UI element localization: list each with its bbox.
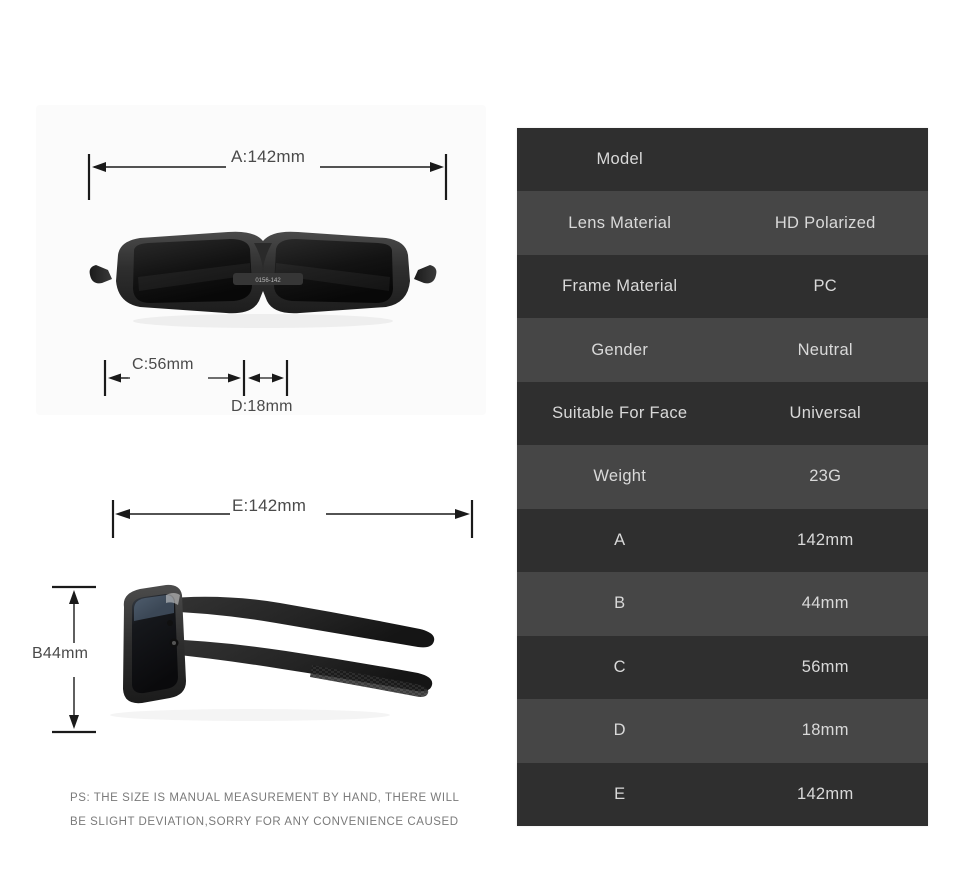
table-row: Frame Material PC — [517, 254, 928, 319]
spec-key-weight: Weight — [593, 467, 647, 486]
spec-value-c: 56mm — [801, 657, 849, 676]
spec-key-d: D — [613, 721, 626, 740]
spec-key-c: C — [613, 657, 626, 676]
temple-engraving: 0156-142 — [255, 278, 281, 284]
table-row: A 142mm — [517, 508, 928, 573]
spec-value-frame-material: PC — [813, 277, 838, 296]
spec-value-lens-material: HD Polarized — [774, 213, 876, 232]
spec-value-a: 142mm — [796, 530, 854, 549]
spec-key-gender: Gender — [591, 340, 649, 359]
spec-value-e: 142mm — [796, 784, 854, 803]
front-view-graphic: 0156-142 — [89, 231, 437, 328]
table-row: Lens Material HD Polarized — [517, 191, 928, 255]
spec-value-suitable-for-face: Universal — [789, 404, 861, 423]
spec-key-frame-material: Frame Material — [562, 277, 678, 296]
dimension-a: A:142mm — [87, 147, 448, 210]
dimension-c-label: C:56mm — [132, 356, 194, 373]
disclaimer-line-1: PS: THE SIZE IS MANUAL MEASUREMENT BY HA… — [70, 792, 460, 804]
spec-key-lens-material: Lens Material — [568, 213, 672, 232]
dimension-a-label: A:142mm — [231, 147, 306, 166]
sunglasses-front-view: 0156-142 — [78, 215, 448, 335]
table-row: B 44mm — [517, 572, 928, 636]
side-view-graphic — [110, 584, 435, 721]
sunglasses-side-view — [100, 565, 480, 730]
spec-key-e: E — [614, 784, 626, 803]
table-row: Suitable For Face Universal — [517, 381, 928, 446]
table-row: D 18mm — [517, 699, 928, 763]
spec-value-d: 18mm — [801, 721, 849, 740]
dimension-e: E:142mm — [111, 496, 474, 545]
table-row: Model — [517, 128, 928, 192]
spec-key-b: B — [614, 594, 626, 613]
spec-value-gender: Neutral — [797, 340, 853, 359]
dimension-e-label: E:142mm — [232, 496, 307, 515]
spec-key-model: Model — [596, 150, 643, 169]
disclaimer-line-2: BE SLIGHT DEVIATION,SORRY FOR ANY CONVEN… — [70, 816, 459, 828]
measurement-disclaimer: PS: THE SIZE IS MANUAL MEASUREMENT BY HA… — [70, 786, 490, 834]
dimension-d-label: D:18mm — [231, 398, 293, 415]
table-row: C 56mm — [517, 635, 928, 700]
dimension-c-d: C:56mm D:18mm — [103, 356, 304, 430]
table-row: E 142mm — [517, 762, 928, 826]
table-row: Gender Neutral — [517, 318, 928, 382]
specification-table: Model Lens Material HD Polarized Frame M… — [517, 128, 928, 826]
spec-value-b: 44mm — [801, 594, 849, 613]
spec-key-suitable-for-face: Suitable For Face — [552, 404, 688, 423]
spec-key-a: A — [614, 530, 626, 549]
diagram-column: A:142mm 0156-142 C:56mm D:18mm E:142mm B… — [0, 0, 500, 893]
table-row: Weight 23G — [517, 445, 928, 509]
dimension-b-label: B44mm — [32, 645, 89, 662]
product-spec-page: A:142mm 0156-142 C:56mm D:18mm E:142mm B… — [0, 0, 960, 893]
spec-value-weight: 23G — [809, 467, 842, 486]
